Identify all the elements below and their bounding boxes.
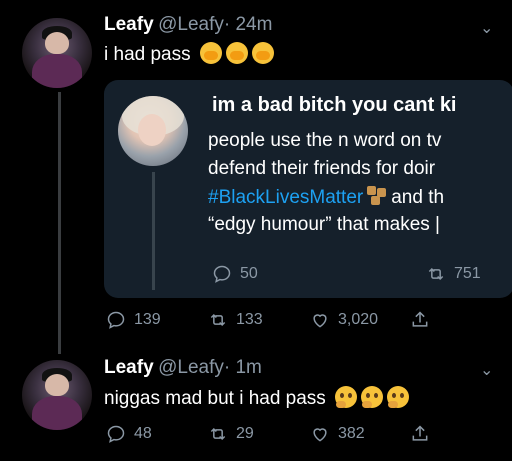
- hashtag-link[interactable]: #BlackLivesMatter: [208, 187, 363, 208]
- retweet-icon: [210, 427, 226, 441]
- retweet-button[interactable]: 133: [208, 310, 263, 330]
- reply-count: 50: [240, 265, 258, 282]
- reply-button[interactable]: 48: [106, 424, 152, 444]
- tweet-text: i had pass: [104, 42, 274, 66]
- user-handle[interactable]: @Leafy: [158, 357, 224, 378]
- retweet-icon: [428, 267, 444, 281]
- avatar-head: [45, 374, 69, 396]
- thinking-face-icon: [387, 386, 410, 408]
- thinking-face-icon: [335, 386, 358, 408]
- like-button[interactable]: 3,020: [310, 310, 378, 330]
- reply-icon: [213, 265, 231, 283]
- quoted-text-line: #BlackLivesMatter and th: [208, 186, 444, 209]
- chevron-down-icon[interactable]: ⌄: [480, 360, 493, 380]
- cookie-icon: [367, 186, 387, 206]
- avatar[interactable]: [22, 18, 92, 88]
- reply-count: 139: [134, 311, 161, 328]
- quoted-text-end: and th: [391, 187, 445, 208]
- avatar-body: [32, 396, 82, 430]
- retweet-count: 133: [236, 311, 263, 328]
- like-count: 3,020: [338, 311, 379, 328]
- reply-count: 48: [134, 425, 152, 442]
- retweet-icon: [210, 313, 226, 327]
- heart-icon: [313, 314, 327, 328]
- quoted-retweet-button[interactable]: 751: [426, 264, 481, 284]
- face-with-hand-over-mouth-icon: [225, 42, 248, 64]
- share-button[interactable]: [410, 424, 430, 444]
- tweet-text-content: niggas mad but i had pass: [104, 388, 326, 409]
- retweet-count: 751: [454, 265, 481, 282]
- quoted-text-line: people use the n word on tv: [208, 130, 442, 151]
- tweet-header: Leafy @Leafy· 24m: [104, 14, 272, 36]
- face-with-hand-over-mouth-icon: [251, 42, 274, 64]
- quoted-tweet-card[interactable]: im a bad bitch you cant ki people use th…: [104, 80, 512, 298]
- avatar[interactable]: [22, 360, 92, 430]
- reply-icon: [107, 311, 125, 329]
- display-name[interactable]: Leafy: [104, 14, 154, 35]
- quoted-thread-line: [152, 172, 155, 290]
- face-with-hand-over-mouth-icon: [199, 42, 222, 64]
- like-count: 382: [338, 425, 365, 442]
- like-button[interactable]: 382: [310, 424, 365, 444]
- tweet-header: Leafy @Leafy· 1m: [104, 357, 262, 379]
- quoted-avatar-face: [138, 114, 166, 146]
- timestamp[interactable]: · 24m: [224, 14, 273, 35]
- quoted-title: im a bad bitch you cant ki: [212, 94, 457, 116]
- share-icon: [412, 425, 428, 441]
- retweet-count: 29: [236, 425, 254, 442]
- reply-button[interactable]: 139: [106, 310, 161, 330]
- display-name[interactable]: Leafy: [104, 357, 154, 378]
- chevron-down-icon[interactable]: ⌄: [480, 18, 493, 38]
- share-button[interactable]: [410, 310, 430, 330]
- avatar-head: [45, 32, 69, 54]
- tweet-text: niggas mad but i had pass: [104, 386, 410, 410]
- tweet-text-content: i had pass: [104, 44, 191, 65]
- timestamp[interactable]: · 1m: [224, 357, 262, 378]
- retweet-button[interactable]: 29: [208, 424, 254, 444]
- thread-connector-line: [58, 92, 61, 354]
- user-handle[interactable]: @Leafy: [158, 14, 224, 35]
- quoted-avatar[interactable]: [118, 96, 188, 166]
- avatar-body: [32, 54, 82, 88]
- quoted-reply-button[interactable]: 50: [212, 264, 258, 284]
- share-icon: [412, 311, 428, 327]
- heart-icon: [313, 428, 327, 442]
- thinking-face-icon: [361, 386, 384, 408]
- quoted-text-line: “edgy humour” that makes |: [208, 214, 440, 235]
- reply-icon: [107, 425, 125, 443]
- quoted-text-line: defend their friends for doir: [208, 158, 436, 179]
